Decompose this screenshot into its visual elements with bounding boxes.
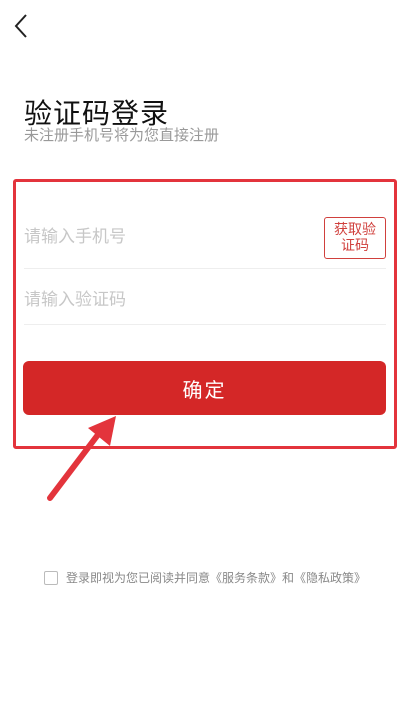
annotation-arrow-icon xyxy=(47,416,116,501)
agreement-checkbox[interactable] xyxy=(44,570,58,585)
agreement-row: 登录即视为您已阅读并同意《服务条款》和《隐私政策》 xyxy=(44,569,366,586)
confirm-button[interactable]: 确定 xyxy=(23,361,386,415)
page-subtitle: 未注册手机号将为您直接注册 xyxy=(24,126,220,144)
code-field xyxy=(24,275,386,325)
chevron-left-icon xyxy=(14,14,27,38)
code-input[interactable] xyxy=(24,275,386,324)
get-code-button[interactable]: 获取验证码 xyxy=(324,217,386,259)
login-screen: 验证码登录 未注册手机号将为您直接注册 获取验证码 确定 登录即视为您已阅读并同… xyxy=(0,0,411,720)
phone-field: 获取验证码 xyxy=(24,205,386,269)
agreement-text[interactable]: 登录即视为您已阅读并同意《服务条款》和《隐私政策》 xyxy=(66,569,366,586)
back-button[interactable] xyxy=(6,8,36,44)
